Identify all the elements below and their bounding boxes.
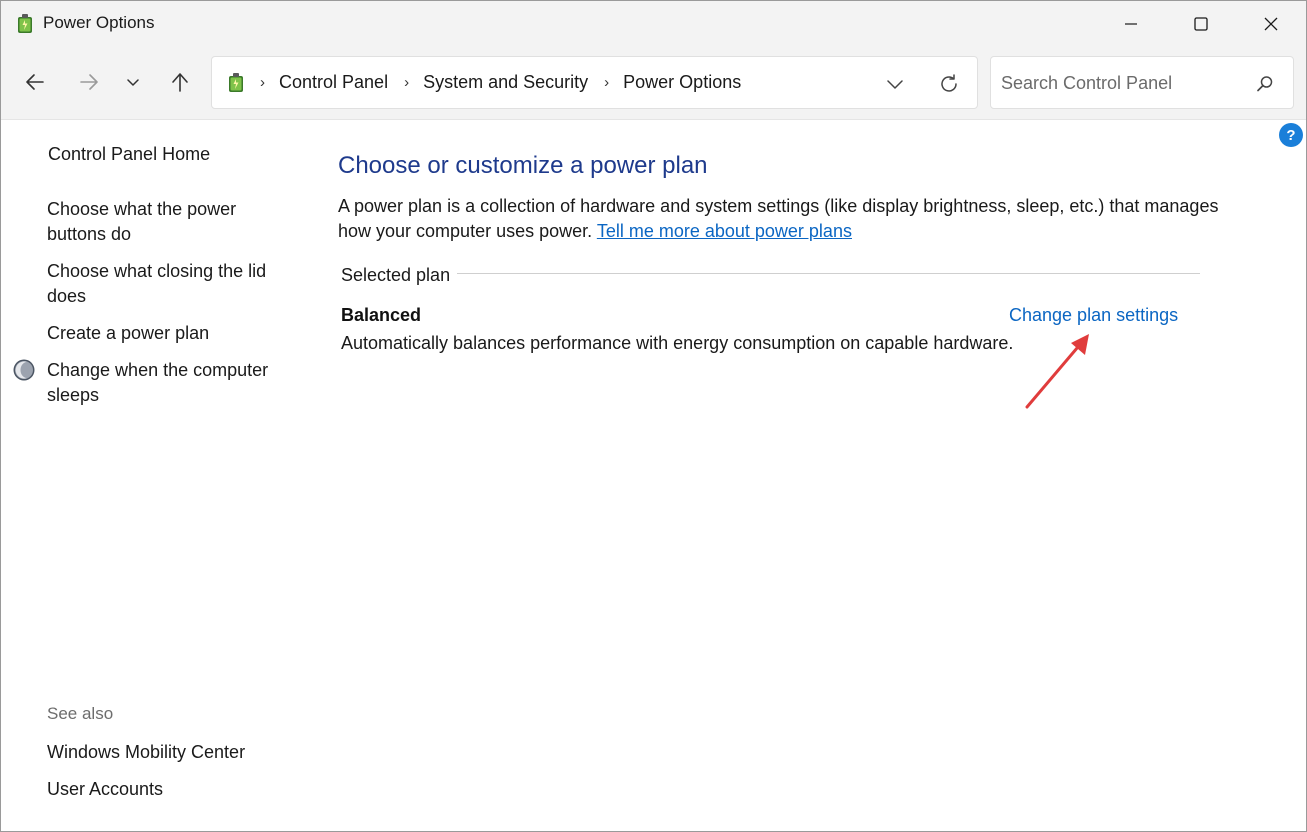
sidebar-link-mobility-center[interactable]: Windows Mobility Center (47, 740, 287, 765)
change-plan-settings-link[interactable]: Change plan settings (1009, 305, 1178, 326)
arrow-right-icon (80, 74, 98, 90)
breadcrumb: › Control Panel › System and Security › … (260, 72, 757, 93)
help-icon[interactable]: ? (1279, 123, 1303, 147)
close-icon (1264, 17, 1278, 30)
moon-icon (13, 359, 35, 381)
sidebar-link-closing-lid[interactable]: Choose what closing the lid does (47, 259, 287, 309)
minimize-button[interactable] (1096, 1, 1166, 46)
forward-button[interactable] (71, 64, 107, 100)
search-input[interactable] (1001, 70, 1241, 96)
sidebar-link-control-panel-home[interactable]: Control Panel Home (48, 142, 288, 167)
page-title: Choose or customize a power plan (338, 152, 708, 179)
chevron-down-icon (887, 80, 903, 89)
back-button[interactable] (17, 64, 53, 100)
breadcrumb-control-panel[interactable]: Control Panel (279, 72, 388, 93)
search-icon[interactable] (1253, 72, 1277, 96)
up-button[interactable] (162, 64, 198, 100)
minimize-icon (1125, 22, 1137, 25)
chevron-down-icon (127, 79, 139, 86)
refresh-icon (941, 74, 957, 92)
power-options-icon (229, 73, 243, 92)
search-box (990, 56, 1294, 109)
arrow-left-icon (26, 74, 44, 90)
chevron-right-icon[interactable]: › (404, 74, 409, 91)
sidebar-link-user-accounts[interactable]: User Accounts (47, 777, 287, 802)
chevron-right-icon[interactable]: › (260, 74, 265, 91)
see-also-label: See also (47, 704, 114, 723)
section-divider (457, 273, 1200, 274)
page-description: A power plan is a collection of hardware… (338, 194, 1238, 244)
maximize-button[interactable] (1166, 1, 1236, 46)
sidebar: Control Panel Home Choose what the power… (1, 121, 301, 831)
breadcrumb-system-and-security[interactable]: System and Security (423, 72, 588, 93)
sidebar-link-computer-sleeps[interactable]: Change when the computer sleeps (47, 358, 287, 408)
plan-description: Automatically balances performance with … (341, 333, 1014, 353)
breadcrumb-power-options[interactable]: Power Options (623, 72, 741, 93)
learn-more-link[interactable]: Tell me more about power plans (597, 221, 852, 241)
arrow-up-icon (172, 73, 188, 92)
close-button[interactable] (1236, 1, 1306, 46)
power-options-window: Power Options › Control Panel › System a… (0, 0, 1307, 832)
maximize-icon (1194, 16, 1208, 31)
navigation-bar: › Control Panel › System and Security › … (1, 46, 1306, 120)
chevron-right-icon[interactable]: › (604, 74, 609, 91)
refresh-button[interactable] (934, 69, 964, 99)
recent-locations-button[interactable] (115, 64, 151, 100)
annotation-arrow-icon (1025, 334, 1089, 409)
sidebar-link-create-power-plan[interactable]: Create a power plan (47, 321, 287, 346)
address-bar[interactable]: › Control Panel › System and Security › … (211, 56, 978, 109)
address-dropdown-button[interactable] (880, 69, 910, 99)
sidebar-link-power-buttons[interactable]: Choose what the power buttons do (47, 197, 287, 247)
title-bar: Power Options (1, 1, 1306, 46)
selected-plan-label: Selected plan (341, 265, 451, 285)
power-options-icon (18, 14, 32, 33)
window-title: Power Options (43, 13, 155, 32)
plan-name: Balanced (341, 305, 422, 325)
